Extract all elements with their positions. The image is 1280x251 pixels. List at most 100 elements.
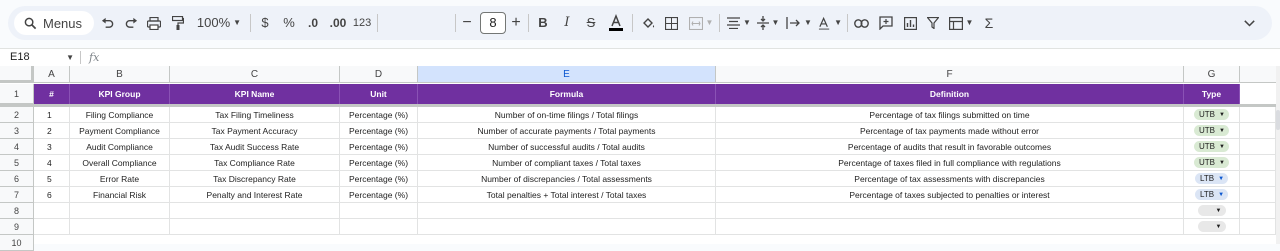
header-cell-definition[interactable]: Definition: [716, 84, 1184, 104]
cell-number[interactable]: 6: [34, 187, 70, 203]
row-header[interactable]: 1: [0, 84, 34, 104]
cell-formula[interactable]: [418, 219, 716, 235]
cell-definition[interactable]: Percentage of audits that result in favo…: [716, 139, 1184, 155]
cell-kpi-name[interactable]: Tax Compliance Rate: [170, 155, 340, 171]
italic-icon[interactable]: I: [561, 12, 573, 34]
cell-kpi-group[interactable]: Error Rate: [70, 171, 170, 187]
cell-unit[interactable]: [340, 219, 418, 235]
vertical-scrollbar[interactable]: [1276, 66, 1280, 244]
decrease-font-size-button[interactable]: −: [461, 12, 473, 34]
cell-formula[interactable]: Total penalties + Total interest / Total…: [418, 187, 716, 203]
cell-unit[interactable]: Percentage (%): [340, 155, 418, 171]
cell-kpi-name[interactable]: [170, 219, 340, 235]
percent-format-button[interactable]: %: [282, 12, 296, 34]
column-header-f[interactable]: F: [716, 66, 1184, 83]
column-header-e[interactable]: E: [418, 66, 716, 83]
insert-chart-icon[interactable]: [902, 12, 918, 34]
functions-icon[interactable]: Σ: [983, 12, 995, 34]
cell-kpi-name[interactable]: Tax Discrepancy Rate: [170, 171, 340, 187]
column-header-d[interactable]: D: [340, 66, 418, 83]
cell-formula[interactable]: Number of discrepancies / Total assessme…: [418, 171, 716, 187]
name-box[interactable]: E18 ▼: [10, 49, 76, 66]
formula-input[interactable]: [110, 49, 1270, 66]
type-dropdown-chip[interactable]: LTB ▼: [1194, 173, 1229, 184]
header-cell-formula[interactable]: Formula: [418, 84, 716, 104]
insert-link-icon[interactable]: [853, 12, 869, 34]
cell-type[interactable]: LTB ▼: [1184, 171, 1240, 187]
cell-unit[interactable]: Percentage (%): [340, 107, 418, 123]
cell-type[interactable]: UTB ▼: [1184, 155, 1240, 171]
cell-formula[interactable]: Number of accurate payments / Total paym…: [418, 123, 716, 139]
cell-definition[interactable]: Percentage of tax payments made without …: [716, 123, 1184, 139]
undo-icon[interactable]: [99, 12, 115, 34]
type-dropdown-chip[interactable]: UTB ▼: [1194, 109, 1229, 120]
cell-number[interactable]: 1: [34, 107, 70, 123]
cell-number[interactable]: 4: [34, 155, 70, 171]
cell-unit[interactable]: Percentage (%): [340, 171, 418, 187]
cell-definition[interactable]: Percentage of tax assessments with discr…: [716, 171, 1184, 187]
cell-empty[interactable]: [1240, 203, 1276, 219]
fill-color-icon[interactable]: [640, 12, 656, 34]
cell-formula[interactable]: Number of compliant taxes / Total taxes: [418, 155, 716, 171]
merge-cells-icon[interactable]: ▼: [688, 12, 714, 34]
header-cell-kpi-group[interactable]: KPI Group: [70, 84, 170, 104]
column-header-a[interactable]: A: [34, 66, 70, 83]
decrease-decimal-button[interactable]: .0: [305, 12, 321, 34]
type-dropdown-chip[interactable]: UTB ▼: [1194, 125, 1229, 136]
cell-formula[interactable]: [418, 203, 716, 219]
empty-dropdown-chip[interactable]: ▼: [1197, 205, 1226, 216]
cell-number[interactable]: [34, 203, 70, 219]
header-cell-kpi-name[interactable]: KPI Name: [170, 84, 340, 104]
cell-kpi-group[interactable]: [70, 219, 170, 235]
cell-definition[interactable]: Percentage of taxes subjected to penalti…: [716, 187, 1184, 203]
cell-unit[interactable]: Percentage (%): [340, 139, 418, 155]
row-header[interactable]: 8: [0, 203, 34, 219]
cell-empty[interactable]: [1240, 171, 1276, 187]
borders-icon[interactable]: [664, 12, 678, 34]
cell-unit[interactable]: Percentage (%): [340, 123, 418, 139]
cell-kpi-group[interactable]: Overall Compliance: [70, 155, 170, 171]
currency-format-button[interactable]: $: [259, 12, 271, 34]
cell-type[interactable]: UTB ▼: [1184, 139, 1240, 155]
cell-empty[interactable]: [1240, 219, 1276, 235]
row-header[interactable]: 7: [0, 187, 34, 203]
cell-kpi-group[interactable]: Audit Compliance: [70, 139, 170, 155]
cell-formula[interactable]: Number of successful audits / Total audi…: [418, 139, 716, 155]
row-header[interactable]: 5: [0, 155, 34, 171]
cell-empty[interactable]: [1240, 155, 1276, 171]
cell-kpi-name[interactable]: [170, 203, 340, 219]
cell-type[interactable]: UTB ▼: [1184, 123, 1240, 139]
row-header[interactable]: 9: [0, 219, 34, 235]
row-header[interactable]: 10: [0, 235, 34, 251]
text-wrapping-icon[interactable]: ▼: [786, 12, 812, 34]
select-all-corner[interactable]: [0, 66, 34, 83]
vertical-scrollbar-thumb[interactable]: [1276, 110, 1280, 130]
row-header[interactable]: 2: [0, 107, 34, 123]
cell-kpi-name[interactable]: Tax Audit Success Rate: [170, 139, 340, 155]
horizontal-align-icon[interactable]: ▼: [727, 12, 751, 34]
cell-type[interactable]: UTB ▼: [1184, 107, 1240, 123]
vertical-align-icon[interactable]: ▼: [756, 12, 780, 34]
row-header[interactable]: 4: [0, 139, 34, 155]
type-dropdown-chip[interactable]: UTB ▼: [1194, 157, 1229, 168]
column-header-g[interactable]: G: [1184, 66, 1240, 83]
cell-definition[interactable]: [716, 219, 1184, 235]
increase-decimal-button[interactable]: .00: [329, 12, 347, 34]
header-cell-type[interactable]: Type: [1184, 84, 1240, 104]
cell-definition[interactable]: Percentage of taxes filed in full compli…: [716, 155, 1184, 171]
insert-comment-icon[interactable]: [878, 12, 894, 34]
row-header[interactable]: 6: [0, 171, 34, 187]
cell-kpi-name[interactable]: Tax Payment Accuracy: [170, 123, 340, 139]
cell-empty[interactable]: [1240, 107, 1276, 123]
cell-empty[interactable]: [1240, 139, 1276, 155]
header-cell-unit[interactable]: Unit: [340, 84, 418, 104]
cell-definition[interactable]: Percentage of tax filings submitted on t…: [716, 107, 1184, 123]
cell-kpi-name[interactable]: Tax Filing Timeliness: [170, 107, 340, 123]
strikethrough-icon[interactable]: S: [585, 12, 597, 34]
menus-search[interactable]: Menus: [14, 11, 94, 35]
cell-type[interactable]: LTB ▼: [1184, 187, 1240, 203]
increase-font-size-button[interactable]: +: [510, 12, 522, 34]
cell-kpi-group[interactable]: Financial Risk: [70, 187, 170, 203]
row-header[interactable]: 3: [0, 123, 34, 139]
cell-number[interactable]: 2: [34, 123, 70, 139]
